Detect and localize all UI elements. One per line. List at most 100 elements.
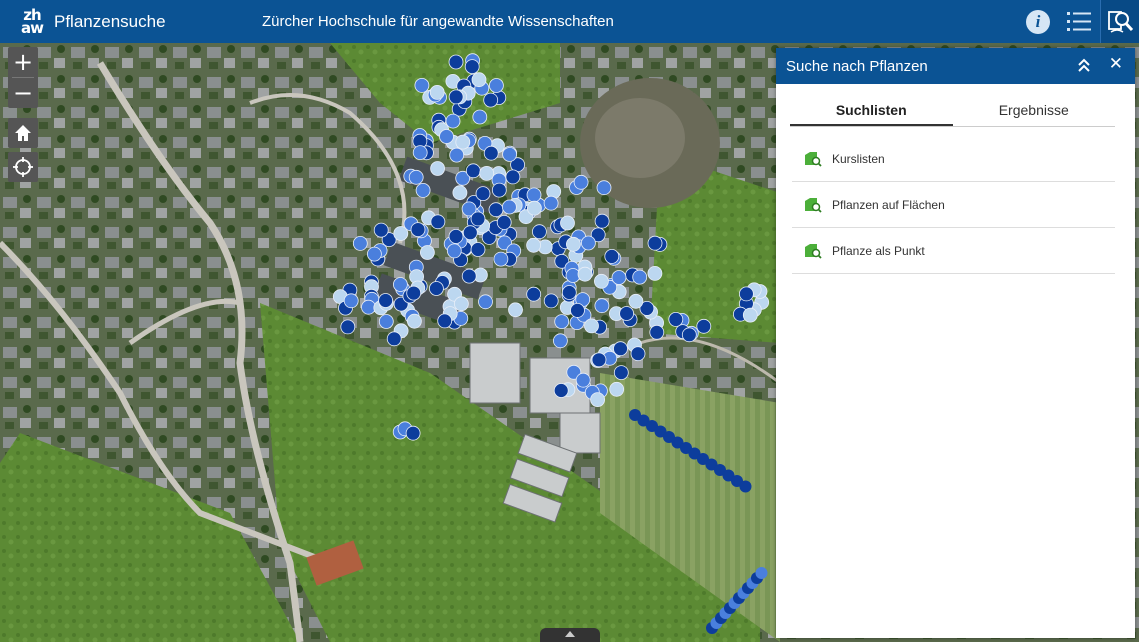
attribute-table-toggle[interactable] — [540, 628, 600, 642]
plant-point[interactable] — [575, 372, 591, 388]
plant-point[interactable] — [470, 242, 486, 257]
plant-point[interactable] — [430, 161, 446, 176]
plant-point[interactable] — [647, 235, 663, 251]
list-item-punkt[interactable]: Pflanze als Punkt — [792, 228, 1115, 274]
plant-point[interactable] — [415, 182, 431, 198]
plant-point[interactable] — [755, 567, 768, 579]
plant-point[interactable] — [378, 293, 394, 308]
plant-point[interactable] — [455, 134, 471, 150]
plant-point[interactable] — [613, 341, 628, 357]
plant-point[interactable] — [613, 365, 629, 381]
plant-point[interactable] — [554, 314, 570, 330]
plant-point[interactable] — [448, 228, 464, 244]
plant-point[interactable] — [428, 281, 444, 296]
plant-point[interactable] — [619, 306, 634, 321]
plant-point[interactable] — [630, 346, 646, 362]
plant-point[interactable] — [373, 222, 389, 238]
plant-point[interactable] — [446, 243, 462, 259]
plant-point[interactable] — [611, 270, 627, 285]
plant-point[interactable] — [483, 92, 499, 108]
plant-point[interactable] — [496, 214, 512, 230]
plant-point[interactable] — [437, 313, 453, 329]
plant-point[interactable] — [465, 163, 481, 179]
plant-point[interactable] — [405, 425, 421, 441]
plant-search-button[interactable] — [1100, 0, 1139, 43]
plant-point[interactable] — [430, 214, 446, 230]
plant-point[interactable] — [570, 302, 585, 318]
plant-point[interactable] — [561, 285, 577, 300]
tab-suchlisten[interactable]: Suchlisten — [790, 102, 953, 126]
plant-point[interactable] — [340, 319, 356, 335]
plant-point[interactable] — [479, 165, 495, 181]
plant-point[interactable] — [526, 187, 542, 203]
plant-point[interactable] — [577, 266, 593, 282]
plant-point[interactable] — [472, 109, 488, 125]
plant-point[interactable] — [452, 185, 468, 201]
plant-point[interactable] — [470, 211, 486, 227]
info-button[interactable]: i — [1018, 0, 1058, 43]
plant-point[interactable] — [448, 54, 464, 70]
plant-point[interactable] — [483, 145, 499, 161]
list-item-flaechen[interactable]: Pflanzen auf Flächen — [792, 182, 1115, 228]
plant-point[interactable] — [739, 480, 752, 493]
plant-point[interactable] — [464, 59, 480, 75]
plant-point[interactable] — [366, 246, 382, 262]
plant-point[interactable] — [632, 269, 648, 285]
plant-point[interactable] — [553, 383, 569, 398]
plant-point[interactable] — [742, 307, 758, 323]
plant-point[interactable] — [449, 147, 465, 163]
plant-point[interactable] — [475, 186, 491, 202]
plant-point[interactable] — [604, 248, 620, 264]
zoom-out-button[interactable]: − — [8, 78, 38, 108]
locate-button[interactable] — [8, 152, 38, 182]
plant-point[interactable] — [594, 273, 609, 289]
plant-point[interactable] — [649, 324, 665, 340]
plant-point[interactable] — [527, 200, 542, 216]
plant-point[interactable] — [566, 236, 581, 252]
home-button[interactable] — [8, 118, 38, 148]
plant-point[interactable] — [594, 213, 610, 229]
plant-point[interactable] — [739, 286, 754, 302]
plant-point[interactable] — [553, 333, 568, 349]
plant-point[interactable] — [609, 381, 625, 397]
plant-point[interactable] — [560, 215, 575, 231]
close-icon[interactable]: ✕ — [1109, 54, 1123, 74]
plant-point[interactable] — [386, 331, 402, 347]
layer-list-button[interactable] — [1059, 0, 1099, 43]
tab-ergebnisse[interactable]: Ergebnisse — [953, 102, 1116, 126]
plant-point[interactable] — [573, 174, 589, 190]
plant-point[interactable] — [591, 352, 607, 368]
plant-point[interactable] — [406, 313, 422, 329]
plant-point[interactable] — [478, 294, 493, 310]
plant-point[interactable] — [343, 293, 359, 309]
zoom-in-button[interactable]: + — [8, 47, 38, 77]
plant-point[interactable] — [408, 169, 424, 185]
plant-point[interactable] — [532, 224, 547, 240]
plant-point[interactable] — [596, 180, 612, 196]
plant-point[interactable] — [501, 199, 517, 215]
plant-point[interactable] — [505, 169, 521, 185]
plant-point[interactable] — [493, 251, 509, 267]
plant-point[interactable] — [584, 318, 599, 334]
plant-point[interactable] — [543, 293, 559, 309]
list-item-kurslisten[interactable]: Kurslisten — [792, 136, 1115, 182]
plant-point[interactable] — [668, 311, 684, 327]
plant-point[interactable] — [393, 226, 409, 241]
plant-point[interactable] — [352, 235, 368, 251]
plant-point[interactable] — [491, 182, 507, 198]
plant-point[interactable] — [543, 195, 559, 211]
plant-point[interactable] — [361, 299, 376, 315]
plant-point[interactable] — [488, 202, 504, 218]
plant-point[interactable] — [461, 268, 477, 284]
plant-point[interactable] — [453, 296, 469, 312]
plant-point[interactable] — [526, 286, 542, 302]
double-chevron-up-icon[interactable] — [1077, 57, 1091, 73]
plant-point[interactable] — [581, 235, 596, 251]
plant-point[interactable] — [502, 147, 518, 162]
plant-point[interactable] — [429, 85, 445, 100]
plant-point[interactable] — [681, 327, 697, 343]
plant-point[interactable] — [488, 78, 504, 93]
plant-point[interactable] — [412, 145, 428, 160]
plant-point[interactable] — [378, 314, 394, 329]
plant-point[interactable] — [526, 237, 541, 253]
